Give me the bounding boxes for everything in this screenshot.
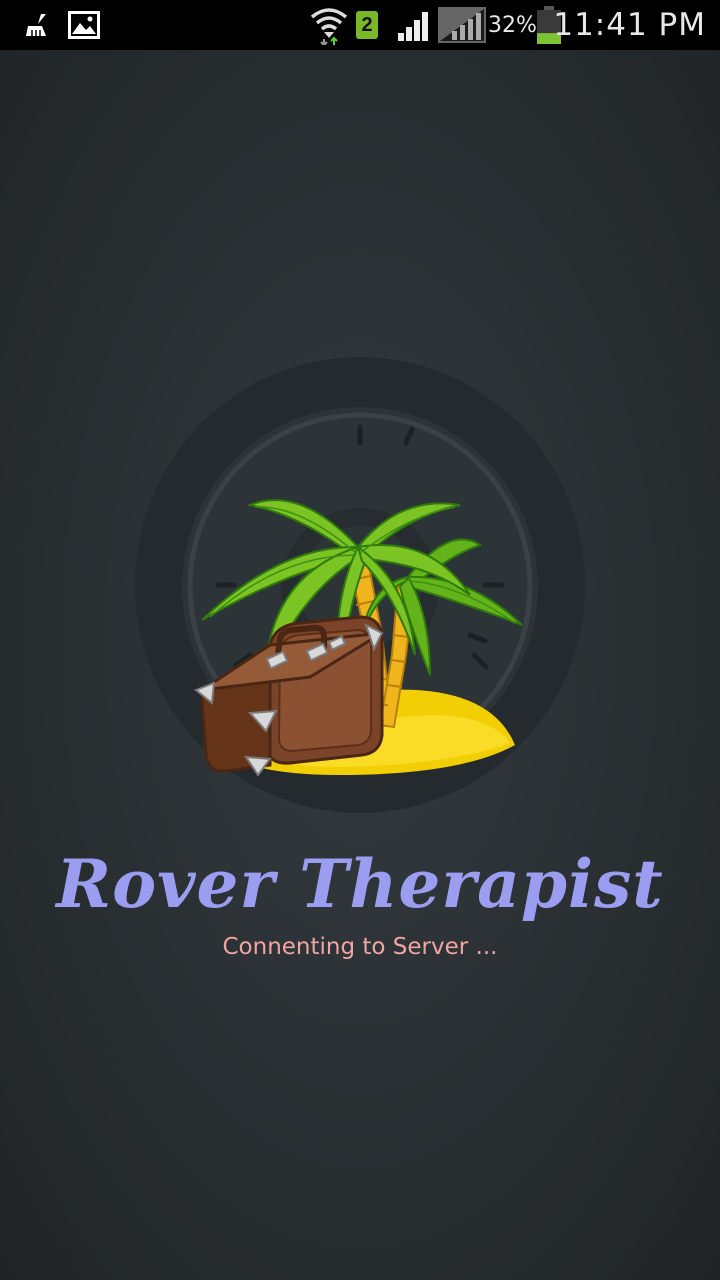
app-logo: [130, 355, 590, 815]
cleaner-icon: [24, 0, 50, 50]
signal-2-icon: [438, 0, 486, 50]
sim-2-icon: 2: [356, 0, 378, 50]
gallery-icon: [68, 0, 100, 50]
clock: 11:41 PM: [553, 7, 706, 43]
wifi-icon: [310, 0, 348, 50]
battery-percentage: 32%: [488, 12, 537, 38]
sim-badge-label: 2: [356, 11, 378, 39]
signal-icon: [398, 0, 434, 50]
connection-status-text: Connenting to Server ...: [222, 934, 498, 960]
app-title: Rover Therapist: [56, 845, 664, 923]
status-bar: 2 32% 11:41 PM: [0, 0, 720, 50]
